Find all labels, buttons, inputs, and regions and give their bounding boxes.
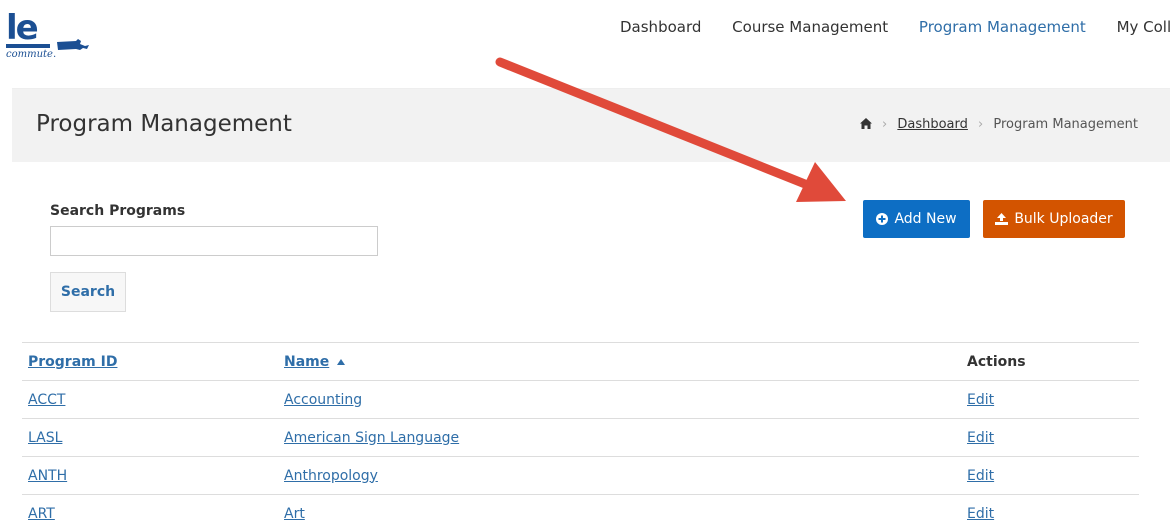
nav-program-management[interactable]: Program Management — [919, 18, 1086, 36]
search-programs-label: Search Programs — [50, 203, 185, 219]
cell-actions: Edit — [961, 457, 1139, 495]
cell-name: Accounting — [278, 381, 961, 419]
top-navigation-bar: le commute. Dashboard Course Management … — [0, 0, 1170, 88]
edit-link[interactable]: Edit — [967, 468, 994, 484]
breadcrumb-dashboard[interactable]: Dashboard — [897, 117, 968, 132]
breadcrumb-current: Program Management — [993, 117, 1138, 132]
program-id-link[interactable]: LASL — [28, 430, 62, 446]
breadcrumb: › Dashboard › Program Management — [860, 117, 1138, 132]
cell-name: Art — [278, 495, 961, 532]
edit-link[interactable]: Edit — [967, 506, 994, 522]
nav-dashboard[interactable]: Dashboard — [620, 18, 701, 36]
sort-program-id-link[interactable]: Program ID — [28, 354, 117, 370]
annotation-arrow-head — [796, 162, 846, 202]
logo-underline — [6, 44, 50, 48]
bulk-uploader-label: Bulk Uploader — [1014, 211, 1112, 227]
main-nav: Dashboard Course Management Program Mana… — [620, 18, 1170, 36]
home-icon[interactable] — [860, 118, 872, 129]
cell-name: American Sign Language — [278, 419, 961, 457]
column-header-program-id: Program ID — [22, 343, 278, 381]
edit-link[interactable]: Edit — [967, 392, 994, 408]
table-header-row: Program ID Name Actions — [22, 343, 1139, 381]
program-name-link[interactable]: Accounting — [284, 392, 362, 408]
breadcrumb-separator: › — [978, 117, 983, 132]
upload-icon — [995, 213, 1008, 225]
cell-program-id: LASL — [22, 419, 278, 457]
cell-program-id: ACCT — [22, 381, 278, 419]
nav-course-management[interactable]: Course Management — [732, 18, 888, 36]
program-name-link[interactable]: Art — [284, 506, 305, 522]
bulk-uploader-button[interactable]: Bulk Uploader — [983, 200, 1125, 238]
program-name-link[interactable]: American Sign Language — [284, 430, 459, 446]
program-id-link[interactable]: ART — [28, 506, 55, 522]
sort-ascending-icon — [337, 359, 345, 365]
add-new-label: Add New — [894, 211, 956, 227]
plus-circle-icon — [876, 213, 888, 225]
table-row: ART Art Edit — [22, 495, 1139, 532]
site-logo[interactable]: le commute. — [0, 14, 100, 64]
table-row: ANTH Anthropology Edit — [22, 457, 1139, 495]
logo-mark: le — [6, 8, 37, 48]
column-header-name: Name — [278, 343, 961, 381]
search-programs-input[interactable] — [50, 226, 378, 256]
program-id-link[interactable]: ANTH — [28, 468, 67, 484]
cell-name: Anthropology — [278, 457, 961, 495]
sort-name-link[interactable]: Name — [284, 354, 329, 370]
program-name-link[interactable]: Anthropology — [284, 468, 378, 484]
add-new-button[interactable]: Add New — [863, 200, 970, 238]
cell-program-id: ANTH — [22, 457, 278, 495]
cell-actions: Edit — [961, 495, 1139, 532]
search-button[interactable]: Search — [50, 272, 126, 312]
programs-table: Program ID Name Actions ACCT Accounting … — [22, 342, 1139, 532]
page-header: Program Management › Dashboard › Program… — [12, 88, 1170, 162]
logo-tagline: commute. — [6, 49, 56, 60]
column-header-actions: Actions — [961, 343, 1139, 381]
cell-program-id: ART — [22, 495, 278, 532]
edit-link[interactable]: Edit — [967, 430, 994, 446]
breadcrumb-separator: › — [882, 117, 887, 132]
cell-actions: Edit — [961, 381, 1139, 419]
table-row: LASL American Sign Language Edit — [22, 419, 1139, 457]
table-row: ACCT Accounting Edit — [22, 381, 1139, 419]
program-id-link[interactable]: ACCT — [28, 392, 65, 408]
nav-my-college[interactable]: My College — [1117, 18, 1170, 36]
page-title: Program Management — [36, 111, 292, 137]
massachusetts-icon — [56, 38, 92, 54]
cell-actions: Edit — [961, 419, 1139, 457]
